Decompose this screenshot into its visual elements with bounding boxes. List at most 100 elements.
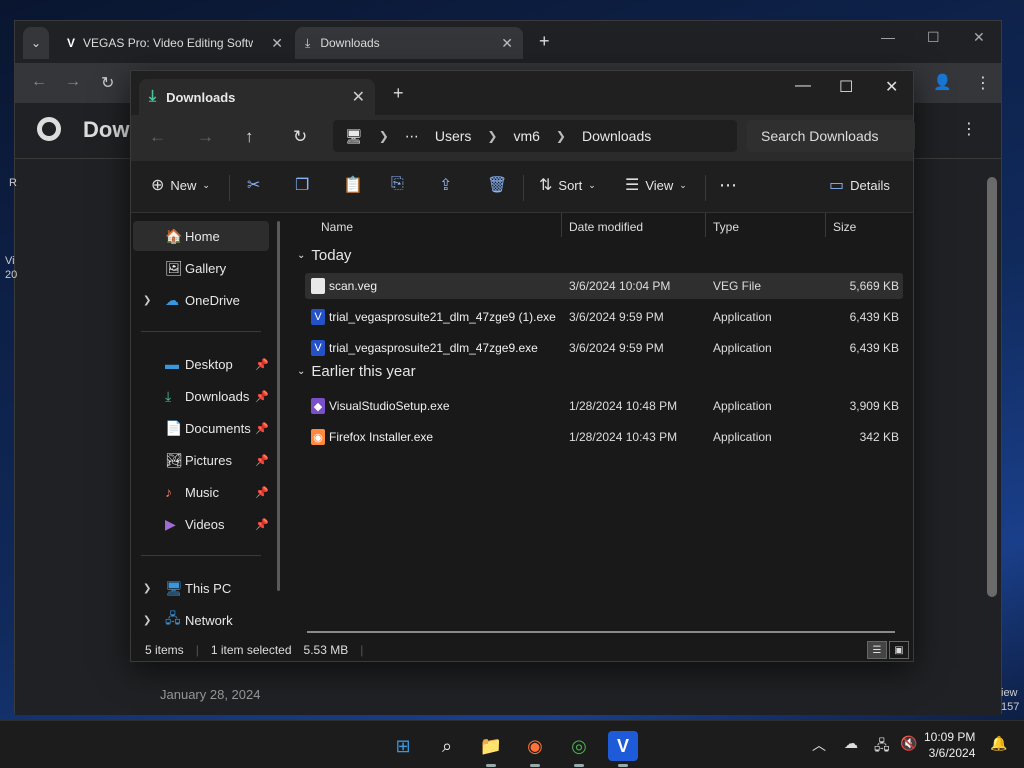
nav-item-downloads[interactable]: ⤓ Downloads 📌 <box>133 381 269 411</box>
file-explorer-icon[interactable]: 📁 <box>476 731 506 767</box>
horizontal-scrollbar[interactable] <box>307 631 895 633</box>
column-divider[interactable] <box>705 213 706 237</box>
breadcrumb-item[interactable]: Users <box>435 128 472 144</box>
search-input[interactable]: Search Downloads <box>747 120 915 152</box>
nav-item-music[interactable]: ♪ Music 📌 <box>133 477 269 507</box>
view-label: View <box>645 177 674 193</box>
forward-icon[interactable]: → <box>197 127 214 147</box>
tiles-view-icon[interactable]: ▣ <box>889 641 909 659</box>
chrome-tab-downloads[interactable]: ⤓ Downloads ✕ <box>295 27 523 59</box>
reload-icon[interactable]: ↻ <box>101 73 114 93</box>
breadcrumb-item[interactable]: vm6 <box>513 128 539 144</box>
table-row[interactable]: ◆ VisualStudioSetup.exe 1/28/2024 10:48 PM… <box>305 393 903 419</box>
new-tab-button[interactable]: + <box>539 31 550 52</box>
nav-item-desktop[interactable]: ▬ Desktop 📌 <box>133 349 269 379</box>
more-icon[interactable]: ⋮ <box>961 119 977 139</box>
firefox-icon[interactable]: ◉ <box>520 731 550 767</box>
close-icon[interactable]: ✕ <box>271 35 283 52</box>
more-options-button[interactable]: ⋯ <box>719 175 737 196</box>
chevron-right-icon[interactable]: ❯ <box>143 295 151 306</box>
maximize-icon[interactable]: ☐ <box>927 29 940 46</box>
copy-button[interactable]: ❐ <box>295 175 309 195</box>
forward-icon[interactable]: → <box>65 73 81 91</box>
profile-icon[interactable]: 👤 <box>933 73 952 91</box>
share-button[interactable]: ⇪ <box>439 175 452 195</box>
nav-item-documents[interactable]: 📄 Documents 📌 <box>133 413 269 443</box>
group-header-today[interactable]: ⌄ Today <box>297 247 351 264</box>
file-name: scan.veg <box>329 279 378 293</box>
nav-item-network[interactable]: ❯ 🖧 Network <box>133 605 269 635</box>
vegas-icon[interactable]: V <box>608 731 638 767</box>
nav-item-home[interactable]: 🏠 Home <box>133 221 269 251</box>
view-button[interactable]: ☰ View ⌄ <box>625 175 687 195</box>
table-row[interactable]: scan.veg 3/6/2024 10:04 PM VEG File 5,669 K… <box>305 273 903 299</box>
column-header-type[interactable]: Type <box>713 213 739 241</box>
table-row[interactable]: Vtrial_vegasprosuite21_dlm_47zge9.exe 3/6… <box>305 335 903 361</box>
delete-button[interactable]: 🗑 <box>487 175 507 195</box>
column-divider[interactable] <box>825 213 826 237</box>
breadcrumb-item[interactable]: Downloads <box>582 128 651 144</box>
rename-button[interactable]: ⎘ <box>391 175 404 193</box>
file-name: trial_vegasprosuite21_dlm_47zge9 (1).exe <box>329 310 556 324</box>
explorer-tab-downloads[interactable]: ⤓ Downloads ✕ <box>139 79 375 115</box>
nav-item-pictures[interactable]: 🏞 Pictures 📌 <box>133 445 269 475</box>
new-button[interactable]: ⊕ New ⌄ <box>151 175 210 195</box>
close-icon[interactable]: ✕ <box>352 87 365 107</box>
chrome-tab-vegas[interactable]: V VEGAS Pro: Video Editing Softw ✕ <box>57 27 293 59</box>
chevron-right-icon[interactable]: ❯ <box>143 583 151 594</box>
up-icon[interactable]: ↑ <box>245 127 254 147</box>
maximize-icon[interactable]: ☐ <box>839 77 853 97</box>
close-icon[interactable]: ✕ <box>973 29 985 46</box>
details-label: Details <box>850 177 890 193</box>
back-icon[interactable]: ← <box>31 73 47 91</box>
nav-item-this-pc[interactable]: ❯ 🖥 This PC <box>133 573 269 603</box>
refresh-icon[interactable]: ↻ <box>293 127 307 147</box>
details-view-icon[interactable]: ☰ <box>867 641 887 659</box>
nav-scrollbar[interactable] <box>277 221 280 591</box>
status-bar: 5 items | 1 item selected 5.53 MB | ☰ ▣ <box>131 637 913 663</box>
chevron-right-icon[interactable]: ❯ <box>143 615 151 626</box>
system-clock[interactable]: 10:09 PM 3/6/2024 <box>924 729 975 761</box>
vegas-icon: V <box>67 36 76 50</box>
details-button[interactable]: ▭ Details <box>829 175 890 195</box>
table-row[interactable]: ◉ Firefox Installer.exe 1/28/2024 10:43 PM… <box>305 424 903 450</box>
sort-button[interactable]: ⇅ Sort ⌄ <box>539 175 596 195</box>
nav-item-onedrive[interactable]: ❯ ☁ OneDrive <box>133 285 269 315</box>
menu-icon[interactable]: ⋮ <box>975 73 991 93</box>
chevron-up-icon[interactable]: ︿ <box>812 735 826 755</box>
onedrive-offline-icon[interactable]: ☁ <box>844 735 858 752</box>
pin-icon: 📌 <box>255 486 269 499</box>
paste-button[interactable]: 📋 <box>343 175 363 195</box>
column-divider[interactable] <box>561 213 562 237</box>
close-icon[interactable]: ✕ <box>885 77 898 97</box>
divider <box>141 331 261 332</box>
close-icon[interactable]: ✕ <box>501 35 513 52</box>
column-header-date[interactable]: Date modified <box>569 213 643 241</box>
cut-button[interactable]: ✂ <box>247 175 260 195</box>
scrollbar-thumb[interactable] <box>987 177 997 597</box>
table-row[interactable]: Vtrial_vegasprosuite21_dlm_47zge9 (1).ex… <box>305 304 903 330</box>
tab-search-button[interactable]: ⌄ <box>23 27 49 59</box>
more-locations-icon[interactable]: ⋯ <box>405 128 419 145</box>
minimize-icon[interactable]: — <box>795 77 811 95</box>
back-icon[interactable]: ← <box>149 127 166 147</box>
trash-icon: 🗑 <box>487 177 508 194</box>
nav-item-gallery[interactable]: 🖼 Gallery <box>133 253 269 283</box>
divider <box>705 175 706 201</box>
new-tab-button[interactable]: + <box>393 83 404 104</box>
chrome-icon[interactable]: ◎ <box>564 731 594 767</box>
network-icon[interactable]: 🖧 <box>874 735 890 759</box>
vertical-scrollbar[interactable] <box>985 163 999 703</box>
column-header-name[interactable]: Name <box>321 213 353 241</box>
start-windows-icon[interactable]: ⊞ <box>388 731 418 761</box>
column-header-size[interactable]: Size <box>833 213 856 241</box>
nav-item-videos[interactable]: ▶ Videos 📌 <box>133 509 269 539</box>
breadcrumb[interactable]: 🖥 ❯ ⋯ Users ❯ vm6 ❯ Downloads <box>333 120 737 152</box>
group-header-earlier[interactable]: ⌄ Earlier this year <box>297 363 416 380</box>
clock-date: 3/6/2024 <box>928 746 976 760</box>
volume-icon[interactable]: 🔇 <box>900 735 917 752</box>
notification-bell-icon[interactable]: 🔔 <box>990 735 1007 752</box>
minimize-icon[interactable]: — <box>881 29 895 45</box>
search-icon[interactable]: ⌕ <box>432 731 462 761</box>
desktop-icon: ▬ <box>165 356 179 372</box>
